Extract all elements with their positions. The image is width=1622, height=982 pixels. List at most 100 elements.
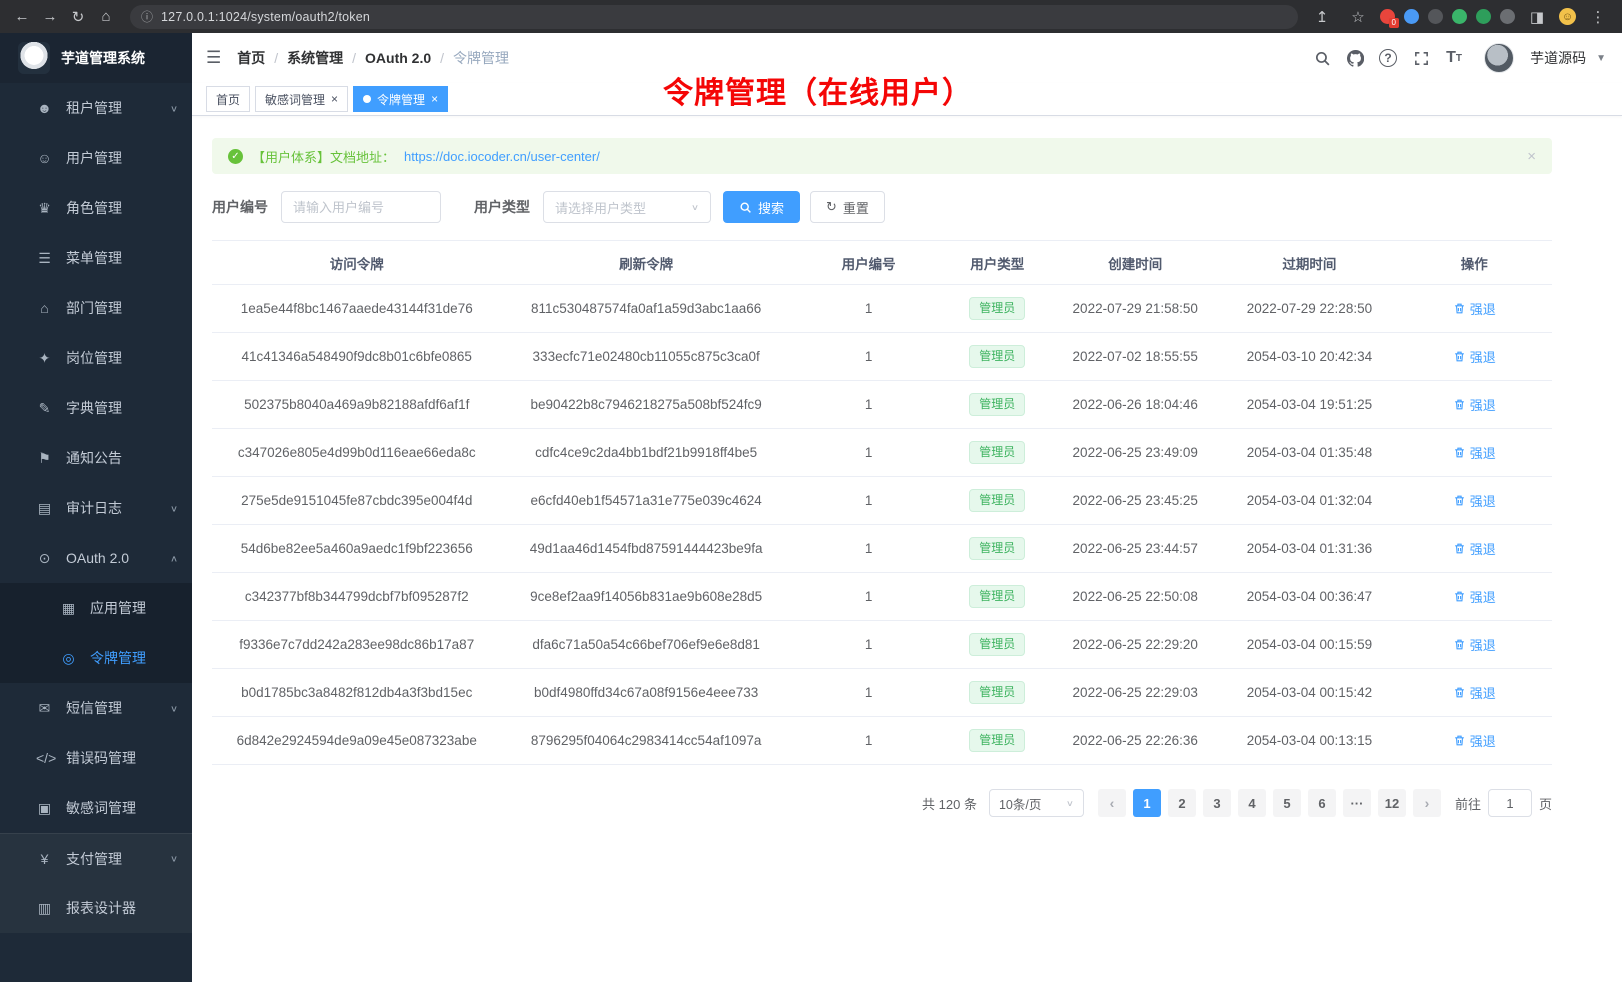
split-screen-icon[interactable]: ◨ — [1523, 3, 1551, 31]
page-button-12[interactable]: 12 — [1378, 789, 1406, 817]
slate-extension-icon[interactable] — [1500, 9, 1515, 24]
page-button-2[interactable]: 2 — [1168, 789, 1196, 817]
sidebar-item-pay[interactable]: ¥支付管理∨ — [0, 833, 192, 883]
doc-link[interactable]: https://doc.iocoder.cn/user-center/ — [404, 149, 600, 164]
alert-close-icon[interactable]: × — [1527, 148, 1536, 165]
prev-page-button[interactable]: ‹ — [1098, 789, 1126, 817]
goto-suffix: 页 — [1539, 794, 1552, 813]
dict-icon: ✎ — [36, 400, 53, 417]
force-logout-button[interactable]: 强退 — [1453, 683, 1496, 702]
page-button-1[interactable]: 1 — [1133, 789, 1161, 817]
sidebar-item-dict[interactable]: ✎字典管理 — [0, 383, 192, 433]
username[interactable]: 芋道源码 — [1530, 48, 1586, 68]
goto-page-input[interactable] — [1488, 789, 1532, 817]
force-logout-label: 强退 — [1470, 635, 1496, 654]
dark-extension-icon[interactable] — [1428, 9, 1443, 24]
close-tab-icon[interactable]: × — [431, 93, 438, 105]
force-logout-button[interactable]: 强退 — [1453, 539, 1496, 558]
table-row: 502375b8040a469a9b82188afdf6af1fbe90422b… — [212, 381, 1552, 429]
next-page-button[interactable]: › — [1413, 789, 1441, 817]
help-icon[interactable]: ? — [1375, 45, 1401, 71]
bookmark-star-icon[interactable]: ☆ — [1344, 3, 1372, 31]
force-logout-button[interactable]: 强退 — [1453, 299, 1496, 318]
url-bar[interactable]: ⓘ 127.0.0.1:1024/system/oauth2/token — [130, 5, 1298, 29]
sidebar-item-audit-log[interactable]: ▤审计日志∨ — [0, 483, 192, 533]
sidebar-item-oauth2-token[interactable]: ◎令牌管理 — [0, 633, 192, 683]
breadcrumb-item[interactable]: OAuth 2.0 — [365, 50, 431, 66]
user-id-input[interactable] — [281, 191, 441, 223]
sidebar-item-label: 角色管理 — [66, 198, 122, 218]
tab-token[interactable]: 令牌管理× — [353, 86, 448, 112]
force-logout-button[interactable]: 强退 — [1453, 443, 1496, 462]
force-logout-button[interactable]: 强退 — [1453, 731, 1496, 750]
sidebar-item-oauth2-app[interactable]: ▦应用管理 — [0, 583, 192, 633]
more-pages-button[interactable]: ··· — [1343, 789, 1371, 817]
force-logout-button[interactable]: 强退 — [1453, 347, 1496, 366]
page-button-6[interactable]: 6 — [1308, 789, 1336, 817]
app-window: 芋道管理系统 ☻租户管理∨☺用户管理♛角色管理☰菜单管理⌂部门管理✦岗位管理✎字… — [0, 33, 1622, 982]
sidebar-item-label: 令牌管理 — [90, 648, 146, 668]
user-id-cell: 1 — [791, 429, 946, 477]
force-logout-button[interactable]: 强退 — [1453, 395, 1496, 414]
sidebar-item-oauth2[interactable]: ⊙OAuth 2.0∧ — [0, 533, 192, 583]
tab-label: 敏感词管理 — [265, 91, 325, 108]
create-time-cell: 2022-06-26 18:04:46 — [1048, 381, 1222, 429]
user-type-select[interactable]: 请选择用户类型 ∨ — [543, 191, 711, 223]
github-icon[interactable] — [1342, 45, 1368, 71]
user-avatar[interactable] — [1484, 43, 1514, 73]
close-tab-icon[interactable]: × — [331, 93, 338, 105]
red-extension-icon[interactable]: 0 — [1380, 9, 1395, 24]
chevron-up-icon: ∧ — [170, 553, 178, 563]
back-icon[interactable]: ← — [8, 3, 36, 31]
force-logout-button[interactable]: 强退 — [1453, 635, 1496, 654]
sidebar-toggle-icon[interactable]: ☰ — [206, 48, 221, 68]
breadcrumb-item[interactable]: 首页 — [237, 48, 265, 68]
sidebar-item-user[interactable]: ☺用户管理 — [0, 133, 192, 183]
sidebar-item-error-code[interactable]: </>错误码管理 — [0, 733, 192, 783]
reload-icon[interactable]: ↻ — [64, 3, 92, 31]
page-button-4[interactable]: 4 — [1238, 789, 1266, 817]
reset-button[interactable]: ↻ 重置 — [810, 191, 885, 223]
tab-home[interactable]: 首页 — [206, 86, 250, 112]
site-info-icon[interactable]: ⓘ — [141, 8, 153, 25]
page-size-select[interactable]: 10条/页 ∨ — [989, 789, 1084, 817]
breadcrumb-item: 令牌管理 — [453, 48, 509, 68]
app-logo[interactable]: 芋道管理系统 — [0, 33, 192, 83]
extension-badge: 0 — [1389, 18, 1399, 28]
user-type-badge: 管理员 — [969, 441, 1025, 465]
fullscreen-icon[interactable] — [1408, 45, 1434, 71]
page-button-3[interactable]: 3 — [1203, 789, 1231, 817]
breadcrumb-item[interactable]: 系统管理 — [287, 48, 343, 68]
refresh-token-cell: 9ce8ef2aa9f14056b831ae9b608e28d5 — [501, 573, 790, 621]
sidebar-item-report[interactable]: ▥报表设计器 — [0, 883, 192, 933]
sidebar-item-dept[interactable]: ⌂部门管理 — [0, 283, 192, 333]
sidebar-item-tenant[interactable]: ☻租户管理∨ — [0, 83, 192, 133]
font-size-icon[interactable]: TT — [1441, 45, 1467, 71]
browser-menu-icon[interactable]: ⋮ — [1584, 3, 1612, 31]
sidebar-item-post[interactable]: ✦岗位管理 — [0, 333, 192, 383]
share-icon[interactable]: ↥ — [1308, 3, 1336, 31]
teal-extension-icon[interactable] — [1476, 9, 1491, 24]
refresh-token-cell: b0df4980ffd34c67a08f9156e4eee733 — [501, 669, 790, 717]
sidebar-item-sms[interactable]: ✉短信管理∨ — [0, 683, 192, 733]
page-button-5[interactable]: 5 — [1273, 789, 1301, 817]
browser-profile-avatar[interactable]: ☺ — [1559, 8, 1576, 25]
tenant-icon: ☻ — [36, 100, 53, 116]
blue-extension-icon[interactable] — [1404, 9, 1419, 24]
force-logout-button[interactable]: 强退 — [1453, 491, 1496, 510]
search-icon[interactable] — [1309, 45, 1335, 71]
search-button[interactable]: 搜索 — [723, 191, 800, 223]
sidebar-item-role[interactable]: ♛角色管理 — [0, 183, 192, 233]
user-menu-caret-icon[interactable]: ▼ — [1596, 53, 1606, 64]
force-logout-button[interactable]: 强退 — [1453, 587, 1496, 606]
green-extension-icon[interactable] — [1452, 9, 1467, 24]
action-cell: 强退 — [1397, 477, 1552, 525]
sidebar-item-sensitive-word[interactable]: ▣敏感词管理 — [0, 783, 192, 833]
forward-icon[interactable]: → — [36, 3, 64, 31]
column-header: 操作 — [1397, 241, 1552, 285]
tab-sensitive-word[interactable]: 敏感词管理 × — [255, 86, 348, 112]
sidebar-item-notice[interactable]: ⚑通知公告 — [0, 433, 192, 483]
user-id-cell: 1 — [791, 381, 946, 429]
home-icon[interactable]: ⌂ — [92, 3, 120, 31]
sidebar-item-menu[interactable]: ☰菜单管理 — [0, 233, 192, 283]
